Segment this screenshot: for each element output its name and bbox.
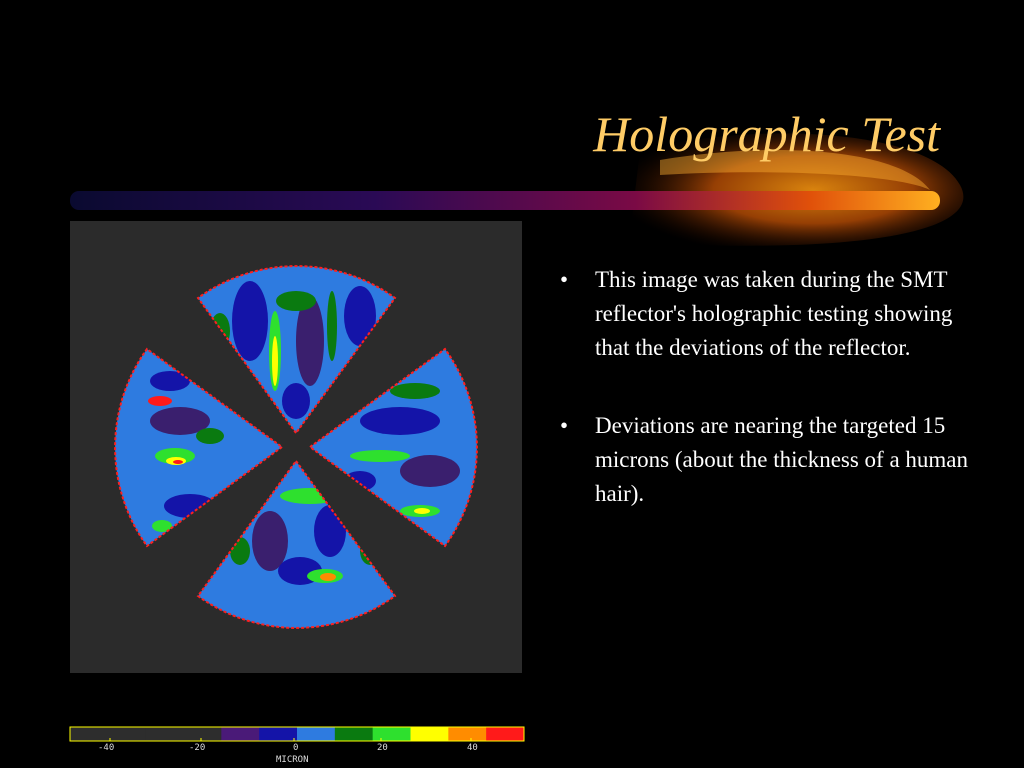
slide-title: Holographic Test bbox=[593, 106, 940, 162]
colorbar-tick-label: -20 bbox=[189, 743, 206, 753]
colorbar-swatch bbox=[107, 727, 147, 741]
colorbar-tick-label: -40 bbox=[98, 743, 115, 753]
colorbar-swatch bbox=[221, 727, 260, 741]
bullet-marker: • bbox=[560, 413, 569, 438]
bullet-text: This image was taken during the SMT refl… bbox=[595, 267, 953, 360]
bullet-item: • This image was taken during the SMT re… bbox=[560, 263, 970, 365]
colorbar-swatch bbox=[145, 727, 184, 741]
bullet-list: • This image was taken during the SMT re… bbox=[560, 263, 970, 555]
colorbar-swatch bbox=[334, 727, 374, 741]
colorbar-swatch bbox=[297, 727, 336, 741]
bullet-marker: • bbox=[560, 267, 569, 292]
colorbar-swatch bbox=[448, 727, 487, 741]
colorbar-swatch bbox=[70, 727, 109, 741]
bullet-item: • Deviations are nearing the targeted 15… bbox=[560, 409, 970, 511]
colorbar-swatch bbox=[259, 727, 298, 741]
colorbar-tick-label: 20 bbox=[377, 743, 388, 753]
bullet-text: Deviations are nearing the targeted 15 m… bbox=[595, 413, 969, 506]
holographic-map-image bbox=[70, 221, 522, 673]
colorbar-unit-label: MICRON bbox=[276, 755, 309, 765]
colorbar-swatch bbox=[372, 727, 411, 741]
colorbar-swatch bbox=[486, 727, 525, 741]
colorbar-tick-label: 40 bbox=[467, 743, 478, 753]
colorbar-swatch bbox=[410, 727, 449, 741]
reflector-deviation-map bbox=[114, 265, 478, 629]
colorbar-swatch bbox=[183, 727, 222, 741]
colorbar-tick-label: 0 bbox=[293, 743, 299, 753]
